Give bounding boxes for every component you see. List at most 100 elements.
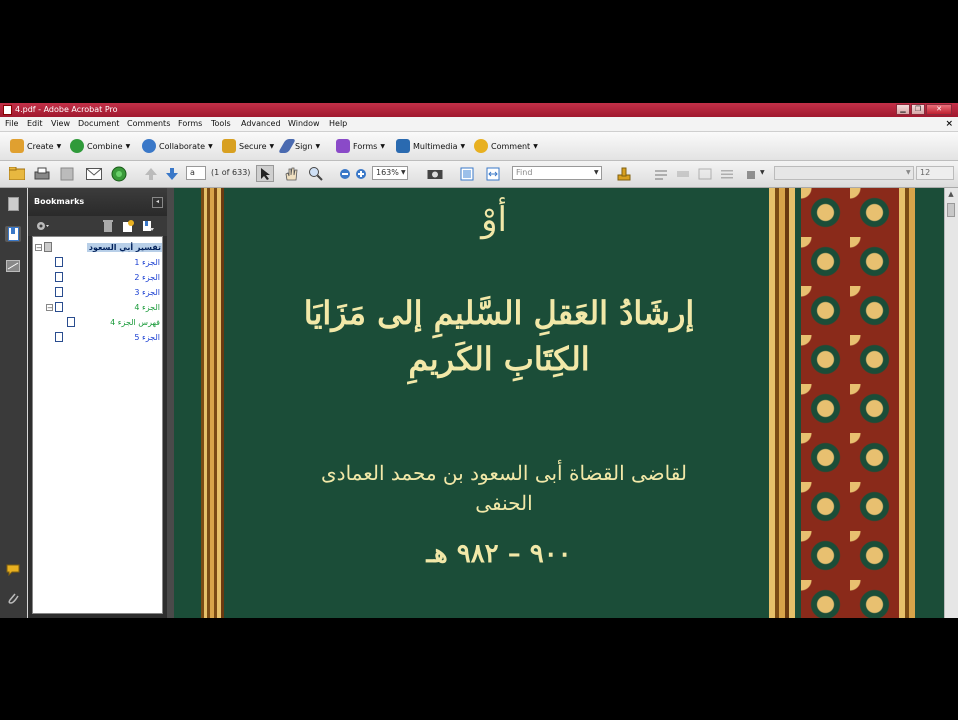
marquee-zoom-button[interactable] xyxy=(307,165,325,182)
bookmark-label: الجزء 1 xyxy=(134,257,160,267)
menu-edit[interactable]: Edit xyxy=(27,118,43,130)
menu-window[interactable]: Window xyxy=(288,118,320,130)
shape-dropdown-arrow-icon[interactable]: ▼ xyxy=(760,166,765,180)
globe-icon xyxy=(111,166,127,181)
bookmarks-title: Bookmarks xyxy=(34,197,85,206)
find-dropdown-arrow-icon[interactable]: ▼ xyxy=(594,166,599,180)
find-input[interactable]: Find xyxy=(512,166,602,180)
bookmark-item-part-3[interactable]: الجزء 3 xyxy=(33,285,160,299)
font-name-select[interactable] xyxy=(774,166,914,180)
title-bar: 4.pdf - Adobe Acrobat Pro ▁ ❐ ✕ xyxy=(0,103,958,117)
menu-advanced[interactable]: Advanced xyxy=(241,118,281,130)
menu-tools[interactable]: Tools xyxy=(211,118,231,130)
pages-button[interactable] xyxy=(5,196,21,212)
align-button[interactable] xyxy=(718,165,736,182)
multimedia-button[interactable]: Multimedia ▼ xyxy=(396,137,465,155)
bookmarks-toolbar xyxy=(28,216,167,236)
fit-width-button[interactable] xyxy=(484,165,502,182)
restore-button[interactable]: ❐ xyxy=(911,104,925,115)
snapshot-button[interactable] xyxy=(426,165,444,182)
menu-view[interactable]: View xyxy=(51,118,70,130)
menu-forms[interactable]: Forms xyxy=(178,118,202,130)
text-box-button[interactable] xyxy=(696,165,714,182)
expand-bookmark-icon xyxy=(143,221,154,231)
combine-button[interactable]: Combine ▼ xyxy=(70,137,130,155)
sign-button[interactable]: Sign ▼ xyxy=(277,137,320,155)
page-number-input[interactable]: a xyxy=(186,166,206,180)
bookmark-item-part-5[interactable]: الجزء 5 xyxy=(33,330,160,344)
minimize-button[interactable]: ▁ xyxy=(896,104,910,115)
bookmark-item-part-1[interactable]: الجزء 1 xyxy=(33,255,160,269)
zoom-in-button[interactable] xyxy=(352,165,370,182)
zoom-dropdown-arrow-icon[interactable]: ▼ xyxy=(401,166,406,180)
shape-button[interactable] xyxy=(742,165,760,182)
create-button[interactable]: Create ▼ xyxy=(10,137,61,155)
close-document-button[interactable]: × xyxy=(945,118,953,130)
bookmarks-header: Bookmarks ◂ xyxy=(28,188,167,216)
signatures-button[interactable] xyxy=(5,258,21,274)
fit-page-button[interactable] xyxy=(458,165,476,182)
zoom-tool-icon xyxy=(309,166,323,181)
font-size-select[interactable]: 12 xyxy=(916,166,954,180)
scrollbar-thumb[interactable] xyxy=(947,203,955,217)
new-bookmark-button[interactable] xyxy=(122,220,134,232)
fit-width-icon xyxy=(486,167,500,180)
menu-file[interactable]: File xyxy=(5,118,18,130)
font-name-dropdown-arrow-icon[interactable]: ▼ xyxy=(906,166,911,180)
print-button[interactable] xyxy=(33,165,51,182)
comments-pane-button[interactable] xyxy=(5,562,21,578)
signature-icon xyxy=(6,260,20,272)
scroll-up-arrow-icon[interactable]: ▲ xyxy=(945,188,957,200)
select-tool-button[interactable] xyxy=(256,165,274,182)
web-button[interactable] xyxy=(110,165,128,182)
expand-bookmark-button[interactable] xyxy=(142,220,154,232)
hand-icon xyxy=(285,167,298,180)
textbox-icon xyxy=(698,168,712,179)
bookmarks-button[interactable] xyxy=(5,226,21,242)
book-title: إرشَادُ العَقلِ السَّليمِ إلى مَزَايَا ا… xyxy=(303,294,695,378)
panel-options-button[interactable]: ◂ xyxy=(152,197,163,208)
pdf-page: أوْ إرشَادُ العَقلِ السَّليمِ إلى مَزَاي… xyxy=(174,188,944,618)
page-left-border xyxy=(201,188,229,618)
lock-icon xyxy=(222,139,236,153)
highlight-button[interactable] xyxy=(674,165,692,182)
hand-tool-button[interactable] xyxy=(282,165,300,182)
options-gear-icon xyxy=(37,222,49,230)
comment-button[interactable]: Comment ▼ xyxy=(474,137,538,155)
menu-document[interactable]: Document xyxy=(78,118,119,130)
author-line: لقاضى القضاة أبى السعود بن محمد العمادى … xyxy=(321,461,687,515)
bookmark-item-index-4[interactable]: فهرس الجزء 4 xyxy=(33,315,160,329)
delete-bookmark-button[interactable] xyxy=(102,220,114,232)
email-button[interactable] xyxy=(85,165,103,182)
document-view[interactable]: أوْ إرشَادُ العَقلِ السَّليمِ إلى مَزَاي… xyxy=(167,188,958,618)
save-button[interactable] xyxy=(58,165,76,182)
forms-button[interactable]: Forms ▼ xyxy=(336,137,385,155)
bookmark-page-icon xyxy=(67,317,75,327)
bookmark-page-icon xyxy=(55,302,63,312)
menu-help[interactable]: Help xyxy=(329,118,347,130)
open-button[interactable] xyxy=(8,165,26,182)
stamp-button[interactable] xyxy=(615,165,633,182)
collaborate-button[interactable]: Collaborate ▼ xyxy=(142,137,213,155)
collaborate-icon xyxy=(142,139,156,153)
pages-icon xyxy=(7,197,19,211)
bookmark-item-part-4[interactable]: − الجزء 4 xyxy=(33,300,160,314)
close-button[interactable]: ✕ xyxy=(926,104,952,115)
bookmark-options-button[interactable] xyxy=(34,220,50,232)
bookmark-page-icon xyxy=(55,257,63,267)
text-edit-button[interactable] xyxy=(652,165,670,182)
previous-page-button[interactable] xyxy=(142,165,160,182)
bookmark-item-root[interactable]: − تفسير أبي السعود xyxy=(33,240,162,254)
attachments-button[interactable] xyxy=(5,590,21,606)
menu-bar: File Edit View Document Comments Forms T… xyxy=(0,117,958,132)
bookmark-item-part-2[interactable]: الجزء 2 xyxy=(33,270,160,284)
vertical-scrollbar[interactable]: ▲ xyxy=(944,188,958,618)
collapse-icon[interactable]: − xyxy=(46,304,53,312)
text-icon xyxy=(655,169,667,180)
arrow-up-icon xyxy=(145,167,157,180)
bookmark-page-icon xyxy=(44,242,52,252)
collapse-icon[interactable]: − xyxy=(35,244,42,252)
secure-button[interactable]: Secure ▼ xyxy=(222,137,274,155)
menu-comments[interactable]: Comments xyxy=(127,118,170,130)
next-page-button[interactable] xyxy=(163,165,181,182)
